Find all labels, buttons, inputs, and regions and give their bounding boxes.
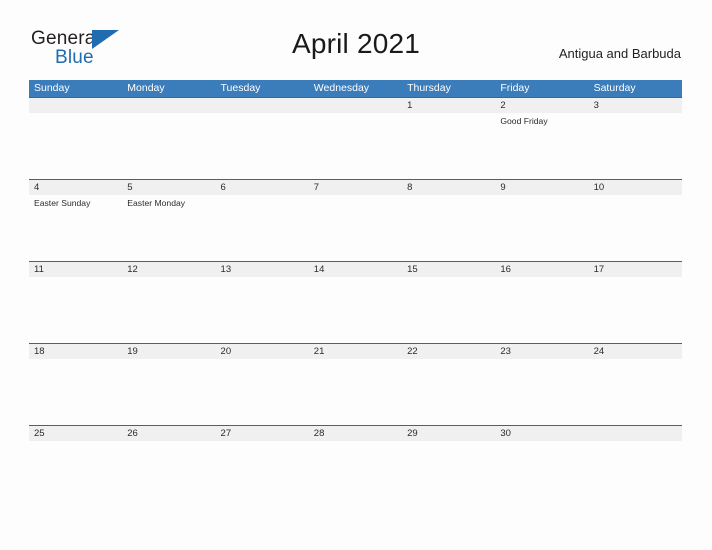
- day-cell[interactable]: Good Friday: [495, 113, 588, 179]
- day-cell[interactable]: [29, 441, 122, 507]
- calendar-week-row: 4 5 6 7 8 9 10 Easter Sunday Easter Mond…: [29, 179, 682, 261]
- weekday-header-wednesday: Wednesday: [313, 82, 370, 94]
- day-number[interactable]: 21: [309, 344, 402, 359]
- day-cell[interactable]: [216, 359, 309, 425]
- day-number[interactable]: [29, 98, 122, 113]
- weekday-header-monday: Monday: [127, 82, 165, 94]
- day-cell[interactable]: [309, 195, 402, 261]
- day-number[interactable]: 29: [402, 426, 495, 441]
- day-number[interactable]: 6: [216, 180, 309, 195]
- holiday-label: Good Friday: [500, 116, 548, 126]
- week-date-banner: 25 26 27 28 29 30: [29, 425, 682, 441]
- weekday-header-sunday: Sunday: [34, 82, 70, 94]
- day-cell[interactable]: [402, 277, 495, 343]
- day-cell[interactable]: [216, 113, 309, 179]
- day-number[interactable]: 30: [495, 426, 588, 441]
- day-cell[interactable]: Easter Sunday: [29, 195, 122, 261]
- calendar-week-row: 11 12 13 14 15 16 17: [29, 261, 682, 343]
- day-number[interactable]: 12: [122, 262, 215, 277]
- day-cell[interactable]: [495, 195, 588, 261]
- day-cell[interactable]: [216, 441, 309, 507]
- day-cell[interactable]: [309, 359, 402, 425]
- day-cell[interactable]: [216, 277, 309, 343]
- holiday-label: Easter Sunday: [34, 198, 91, 208]
- day-cell[interactable]: [589, 277, 682, 343]
- week-date-banner: 4 5 6 7 8 9 10: [29, 179, 682, 195]
- day-cell[interactable]: [122, 277, 215, 343]
- holiday-label: Easter Monday: [127, 198, 186, 208]
- day-number[interactable]: 4: [29, 180, 122, 195]
- day-number[interactable]: [309, 98, 402, 113]
- day-cell[interactable]: [402, 195, 495, 261]
- day-number[interactable]: 16: [495, 262, 588, 277]
- day-cell[interactable]: [29, 113, 122, 179]
- day-number[interactable]: 22: [402, 344, 495, 359]
- week-events-row: Easter Sunday Easter Monday: [29, 195, 682, 261]
- day-cell[interactable]: [309, 441, 402, 507]
- week-events-row: [29, 359, 682, 425]
- weekday-header-tuesday: Tuesday: [220, 82, 261, 94]
- day-number[interactable]: 7: [309, 180, 402, 195]
- day-number[interactable]: 11: [29, 262, 122, 277]
- day-cell[interactable]: [122, 113, 215, 179]
- day-cell[interactable]: [589, 359, 682, 425]
- day-number[interactable]: [122, 98, 215, 113]
- day-number[interactable]: 5: [122, 180, 215, 195]
- day-number[interactable]: 15: [402, 262, 495, 277]
- day-number[interactable]: 1: [402, 98, 495, 113]
- weekday-header-row: Sunday Monday Tuesday Wednesday Thursday…: [29, 80, 682, 97]
- day-number[interactable]: 17: [589, 262, 682, 277]
- day-number[interactable]: [589, 426, 682, 441]
- day-number[interactable]: 9: [495, 180, 588, 195]
- day-number[interactable]: 10: [589, 180, 682, 195]
- calendar-grid: Sunday Monday Tuesday Wednesday Thursday…: [29, 80, 682, 507]
- week-events-row: [29, 277, 682, 343]
- day-number[interactable]: 8: [402, 180, 495, 195]
- day-number[interactable]: 27: [216, 426, 309, 441]
- day-number[interactable]: 14: [309, 262, 402, 277]
- day-cell[interactable]: [309, 113, 402, 179]
- day-cell[interactable]: [309, 277, 402, 343]
- day-cell[interactable]: [402, 359, 495, 425]
- day-number[interactable]: 18: [29, 344, 122, 359]
- day-number[interactable]: 25: [29, 426, 122, 441]
- day-cell[interactable]: [495, 359, 588, 425]
- day-number[interactable]: 2: [495, 98, 588, 113]
- day-number[interactable]: 20: [216, 344, 309, 359]
- weekday-header-friday: Friday: [500, 82, 530, 94]
- week-date-banner: 11 12 13 14 15 16 17: [29, 261, 682, 277]
- day-cell[interactable]: [589, 441, 682, 507]
- calendar-week-row: 1 2 3 Good Friday: [29, 97, 682, 179]
- day-cell[interactable]: [495, 441, 588, 507]
- weekday-header-thursday: Thursday: [407, 82, 451, 94]
- day-cell[interactable]: [589, 113, 682, 179]
- week-date-banner: 18 19 20 21 22 23 24: [29, 343, 682, 359]
- day-cell[interactable]: Easter Monday: [122, 195, 215, 261]
- calendar-week-row: 25 26 27 28 29 30: [29, 425, 682, 507]
- week-events-row: Good Friday: [29, 113, 682, 179]
- day-cell[interactable]: [402, 441, 495, 507]
- day-cell[interactable]: [29, 359, 122, 425]
- weekday-header-saturday: Saturday: [593, 82, 636, 94]
- week-date-banner: 1 2 3: [29, 97, 682, 113]
- day-number[interactable]: 19: [122, 344, 215, 359]
- day-number[interactable]: 23: [495, 344, 588, 359]
- country-label: Antigua and Barbuda: [558, 46, 681, 61]
- day-cell[interactable]: [122, 441, 215, 507]
- day-cell[interactable]: [216, 195, 309, 261]
- day-cell[interactable]: [29, 277, 122, 343]
- week-events-row: [29, 441, 682, 507]
- day-cell[interactable]: [589, 195, 682, 261]
- day-cell[interactable]: [122, 359, 215, 425]
- day-number[interactable]: 3: [589, 98, 682, 113]
- day-number[interactable]: 13: [216, 262, 309, 277]
- day-cell[interactable]: [495, 277, 588, 343]
- page-header: General Blue April 2021 Antigua and Barb…: [0, 0, 712, 80]
- day-number[interactable]: 28: [309, 426, 402, 441]
- day-cell[interactable]: [402, 113, 495, 179]
- day-number[interactable]: 26: [122, 426, 215, 441]
- day-number[interactable]: [216, 98, 309, 113]
- calendar-week-row: 18 19 20 21 22 23 24: [29, 343, 682, 425]
- day-number[interactable]: 24: [589, 344, 682, 359]
